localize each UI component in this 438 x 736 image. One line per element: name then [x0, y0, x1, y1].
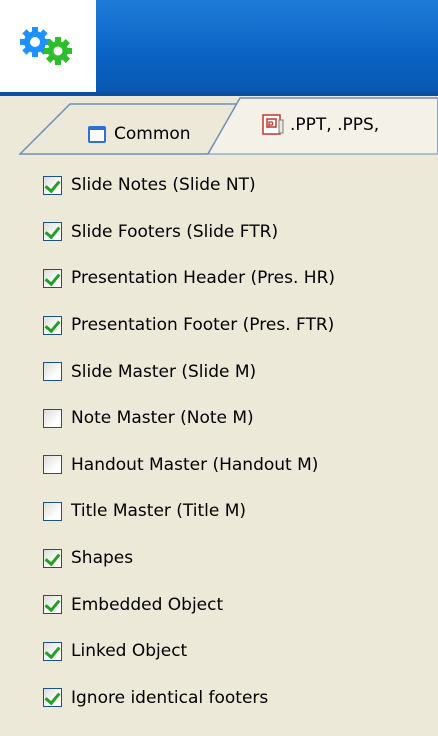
option-label: Shapes [71, 548, 134, 569]
options-list: Slide Notes (Slide NT) Slide Footers (Sl… [43, 162, 433, 721]
option-label: Slide Notes (Slide NT) [71, 175, 256, 196]
options-window: Common .PPT, .PPS, Slide Notes (Slide NT… [0, 0, 438, 736]
header-icon-box [0, 0, 96, 92]
option-label: Handout Master (Handout M) [71, 454, 319, 475]
option-ignore-identical-footers[interactable]: Ignore identical footers [43, 675, 433, 722]
window-icon [88, 125, 106, 143]
option-linked-object[interactable]: Linked Object [43, 628, 433, 675]
checkbox[interactable] [43, 175, 62, 195]
option-slide-footers[interactable]: Slide Footers (Slide FTR) [43, 209, 433, 256]
tab-ppt[interactable]: .PPT, .PPS, [262, 110, 379, 140]
option-title-master[interactable]: Title Master (Title M) [43, 488, 433, 535]
option-embedded-object[interactable]: Embedded Object [43, 581, 433, 628]
gears-icon [20, 27, 72, 65]
checkbox[interactable] [43, 408, 62, 428]
checkbox[interactable] [43, 548, 62, 568]
header-banner [0, 0, 438, 96]
option-shapes[interactable]: Shapes [43, 535, 433, 582]
tab-common-label: Common [114, 124, 191, 144]
checkbox[interactable] [43, 595, 62, 615]
checkbox[interactable] [43, 501, 62, 521]
checkbox[interactable] [43, 455, 62, 475]
checkbox[interactable] [43, 268, 62, 288]
option-label: Slide Footers (Slide FTR) [71, 221, 279, 242]
option-handout-master[interactable]: Handout Master (Handout M) [43, 442, 433, 489]
checkbox[interactable] [43, 362, 62, 382]
checkbox[interactable] [43, 315, 62, 335]
option-label: Presentation Header (Pres. HR) [71, 268, 336, 289]
option-label: Title Master (Title M) [71, 501, 247, 522]
checkbox[interactable] [43, 641, 62, 661]
powerpoint-icon [262, 114, 284, 136]
option-slide-master[interactable]: Slide Master (Slide M) [43, 348, 433, 395]
option-slide-notes[interactable]: Slide Notes (Slide NT) [43, 162, 433, 209]
option-label: Linked Object [71, 641, 188, 662]
option-note-master[interactable]: Note Master (Note M) [43, 395, 433, 442]
option-label: Presentation Footer (Pres. FTR) [71, 315, 335, 336]
option-label: Slide Master (Slide M) [71, 361, 257, 382]
tab-common[interactable]: Common [88, 120, 191, 148]
option-label: Ignore identical footers [71, 687, 269, 708]
option-presentation-header[interactable]: Presentation Header (Pres. HR) [43, 255, 433, 302]
option-label: Note Master (Note M) [71, 408, 254, 429]
option-presentation-footer[interactable]: Presentation Footer (Pres. FTR) [43, 302, 433, 349]
checkbox[interactable] [43, 688, 62, 708]
checkbox[interactable] [43, 222, 62, 242]
tab-ppt-label: .PPT, .PPS, [290, 115, 380, 135]
option-label: Embedded Object [71, 594, 224, 615]
